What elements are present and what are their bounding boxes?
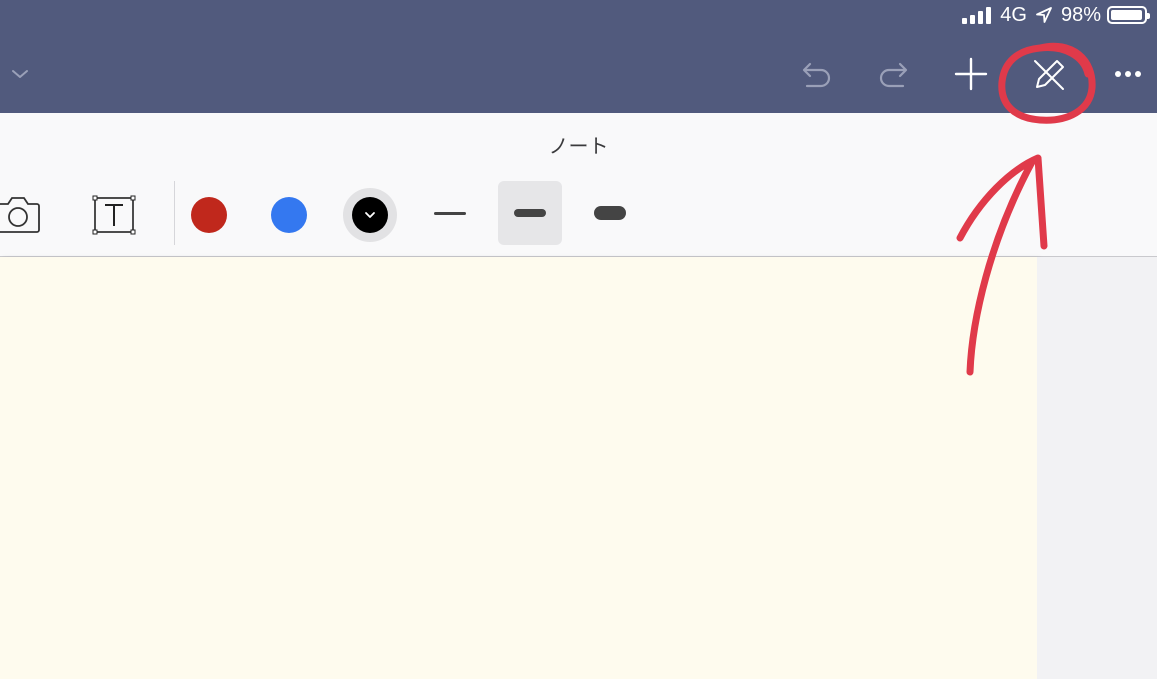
color-black-button[interactable]	[343, 188, 397, 242]
color-blue-button[interactable]	[271, 197, 307, 233]
color-red-button[interactable]	[191, 197, 227, 233]
network-label: 4G	[1000, 3, 1027, 26]
dropdown-button[interactable]	[6, 60, 34, 88]
chevron-down-icon	[12, 70, 28, 78]
drawing-toolbar: ノート	[0, 113, 1157, 257]
chevron-down-icon	[365, 212, 375, 218]
canvas-margin	[1037, 257, 1157, 679]
signal-icon	[962, 6, 992, 24]
undo-icon	[802, 62, 831, 88]
stroke-thick-button[interactable]	[580, 181, 640, 245]
more-button[interactable]	[1110, 60, 1146, 88]
pencil-toggle-button[interactable]	[1028, 54, 1070, 96]
location-arrow-icon	[1036, 7, 1052, 23]
pencil-off-icon	[1034, 60, 1064, 90]
stroke-thin-button[interactable]	[420, 181, 480, 245]
text-box-button[interactable]	[92, 195, 136, 235]
battery-level	[1111, 10, 1143, 20]
stroke-medium-icon	[514, 209, 546, 217]
camera-button[interactable]	[0, 191, 42, 237]
redo-button[interactable]	[874, 55, 914, 93]
text-box-icon	[92, 195, 136, 235]
plus-icon	[954, 57, 988, 91]
header-bar: 4G 98%	[0, 0, 1157, 113]
stroke-thick-icon	[594, 206, 626, 220]
battery-icon	[1107, 6, 1150, 24]
more-icon	[1115, 71, 1141, 77]
add-button[interactable]	[951, 54, 991, 94]
stroke-medium-button[interactable]	[498, 181, 562, 245]
color-black-swatch	[352, 197, 388, 233]
toolbar-divider	[174, 181, 175, 245]
note-canvas[interactable]	[0, 257, 1037, 679]
stroke-thin-icon	[434, 211, 466, 215]
redo-icon	[879, 62, 908, 88]
note-title: ノート	[548, 134, 609, 158]
status-bar: 4G 98%	[962, 2, 1150, 28]
battery-percent: 98%	[1060, 3, 1101, 26]
undo-button[interactable]	[796, 55, 836, 93]
app-window: 4G 98% ノート	[0, 0, 1157, 679]
camera-icon	[0, 197, 40, 233]
